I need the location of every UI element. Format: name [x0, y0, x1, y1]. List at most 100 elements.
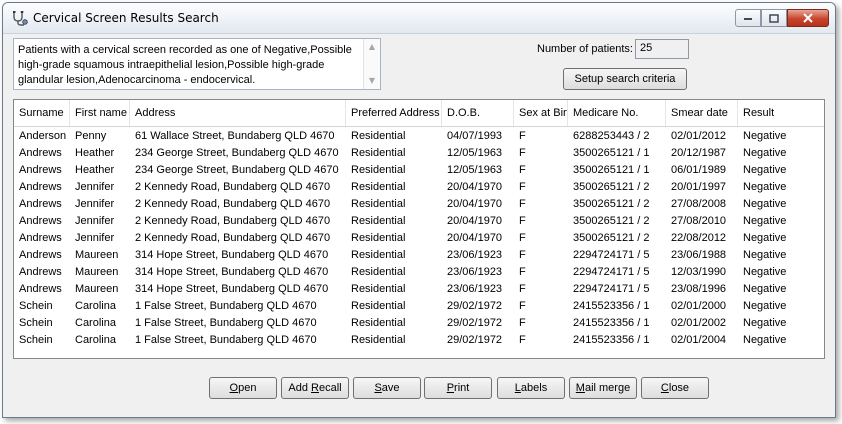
cell-smear-date: 27/08/2010 [671, 215, 727, 227]
column-header-preferred-address[interactable]: Preferred Address [346, 100, 442, 126]
open-accel: O [229, 382, 239, 394]
add-recall-label-rest: ecall [318, 382, 342, 394]
close-window-button[interactable] [787, 9, 829, 27]
results-table[interactable]: Surname First name Address Preferred Add… [13, 99, 825, 359]
save-button[interactable]: Save [353, 377, 421, 399]
cell-sex: F [519, 130, 526, 142]
table-row[interactable]: Andrews Maureen 314 Hope Street, Bundaberg… [14, 264, 824, 281]
cell-surname: Andrews [19, 249, 62, 261]
table-row[interactable]: Schein Carolina 1 False Street, Bundaberg … [14, 332, 824, 349]
table-row[interactable]: Andrews Jennifer 2 Kennedy Road, Bundaberg… [14, 213, 824, 230]
table-row[interactable]: Anderson Penny 61 Wallace Street, Bundaber… [14, 128, 824, 145]
cell-surname: Andrews [19, 283, 62, 295]
stethoscope-icon [13, 11, 28, 26]
cell-dob: 23/06/1923 [447, 266, 503, 278]
print-button[interactable]: Print [424, 377, 492, 399]
cell-preferred-address: Residential [351, 317, 406, 329]
labels-button[interactable]: Labels [497, 377, 565, 399]
table-row[interactable]: Schein Carolina 1 False Street, Bundaberg … [14, 315, 824, 332]
close-label-rest: lose [668, 382, 690, 394]
cell-sex: F [519, 334, 526, 346]
cell-address: 2 Kennedy Road, Bundaberg QLD 4670 [135, 232, 331, 244]
table-row[interactable]: Andrews Jennifer 2 Kennedy Road, Bundaberg… [14, 179, 824, 196]
cell-smear-date: 20/12/1987 [671, 147, 727, 159]
column-header-surname[interactable]: Surname [14, 100, 70, 126]
criteria-scrollbar[interactable]: ▲ ▼ [363, 39, 380, 89]
cell-smear-date: 02/01/2002 [671, 317, 727, 329]
save-accel: S [374, 382, 382, 394]
maximize-icon [769, 13, 779, 23]
column-header-first-name[interactable]: First name [70, 100, 130, 126]
cell-sex: F [519, 147, 526, 159]
close-accel: C [660, 382, 669, 394]
print-label-rest: rint [454, 382, 470, 394]
cell-dob: 20/04/1970 [447, 198, 503, 210]
close-icon [803, 13, 813, 23]
close-button[interactable]: Close [641, 377, 709, 399]
table-row[interactable]: Andrews Maureen 314 Hope Street, Bundaberg… [14, 247, 824, 264]
scroll-down-icon[interactable]: ▼ [368, 77, 376, 85]
cell-address: 2 Kennedy Road, Bundaberg QLD 4670 [135, 215, 331, 227]
table-header: Surname First name Address Preferred Add… [14, 100, 824, 127]
cell-preferred-address: Residential [351, 232, 406, 244]
cell-medicare: 2294724171 / 5 [573, 283, 650, 295]
add-recall-label-pre: Add [288, 382, 312, 394]
cell-dob: 29/02/1972 [447, 317, 503, 329]
cell-dob: 12/05/1963 [447, 164, 503, 176]
cell-first-name: Heather [75, 164, 115, 176]
cell-surname: Andrews [19, 181, 62, 193]
mail-merge-button[interactable]: Mail merge [569, 377, 637, 399]
cell-smear-date: 12/03/1990 [671, 266, 727, 278]
title-bar[interactable]: Cervical Screen Results Search [3, 3, 835, 34]
table-row[interactable]: Andrews Jennifer 2 Kennedy Road, Bundaberg… [14, 196, 824, 213]
column-header-sex[interactable]: Sex at Birt [514, 100, 568, 126]
column-header-result[interactable]: Result [738, 100, 824, 126]
add-recall-button[interactable]: Add Recall [281, 377, 349, 399]
table-row[interactable]: Andrews Maureen 314 Hope Street, Bundaberg… [14, 281, 824, 298]
cell-dob: 20/04/1970 [447, 232, 503, 244]
column-header-smear-date[interactable]: Smear date [666, 100, 738, 126]
cell-medicare: 3500265121 / 2 [573, 198, 650, 210]
cell-smear-date: 02/01/2004 [671, 334, 727, 346]
column-header-dob[interactable]: D.O.B. [442, 100, 514, 126]
column-header-medicare[interactable]: Medicare No. [568, 100, 666, 126]
cell-preferred-address: Residential [351, 283, 406, 295]
cell-medicare: 3500265121 / 1 [573, 147, 650, 159]
scroll-up-icon[interactable]: ▲ [368, 43, 376, 51]
open-button[interactable]: Open [209, 377, 277, 399]
table-row[interactable]: Andrews Jennifer 2 Kennedy Road, Bundaberg… [14, 230, 824, 247]
cell-result: Negative [743, 300, 787, 312]
cell-sex: F [519, 283, 526, 295]
cell-smear-date: 22/08/2012 [671, 232, 727, 244]
cell-address: 61 Wallace Street, Bundaberg QLD 4670 [135, 130, 335, 142]
table-row[interactable]: Schein Carolina 1 False Street, Bundaberg … [14, 298, 824, 315]
cell-smear-date: 02/01/2000 [671, 300, 727, 312]
add-recall-accel: R [311, 382, 319, 394]
search-criteria-box[interactable]: Patients with a cervical screen recorded… [13, 38, 381, 90]
cell-first-name: Jennifer [75, 215, 115, 227]
cell-preferred-address: Residential [351, 334, 406, 346]
cell-first-name: Maureen [75, 266, 119, 278]
cell-smear-date: 23/08/1996 [671, 283, 727, 295]
cell-smear-date: 20/01/1997 [671, 181, 727, 193]
cell-surname: Anderson [19, 130, 67, 142]
cell-medicare: 3500265121 / 2 [573, 232, 650, 244]
cell-dob: 23/06/1923 [447, 249, 503, 261]
column-header-address[interactable]: Address [130, 100, 346, 126]
cell-smear-date: 06/01/1989 [671, 164, 727, 176]
cell-result: Negative [743, 334, 787, 346]
minimize-button[interactable] [735, 9, 761, 27]
setup-search-criteria-button[interactable]: Setup search criteria [563, 68, 687, 90]
cell-medicare: 3500265121 / 1 [573, 164, 650, 176]
maximize-button[interactable] [761, 9, 787, 27]
patient-count-field: 25 [635, 39, 689, 59]
cell-sex: F [519, 215, 526, 227]
table-row[interactable]: Andrews Heather 234 George Street, Bundabe… [14, 162, 824, 179]
table-row[interactable]: Andrews Heather 234 George Street, Bundabe… [14, 145, 824, 162]
cell-sex: F [519, 164, 526, 176]
cell-dob: 20/04/1970 [447, 215, 503, 227]
cell-result: Negative [743, 266, 787, 278]
search-window: Cervical Screen Results Search Patients … [2, 2, 836, 418]
cell-preferred-address: Residential [351, 181, 406, 193]
cell-first-name: Carolina [75, 317, 116, 329]
